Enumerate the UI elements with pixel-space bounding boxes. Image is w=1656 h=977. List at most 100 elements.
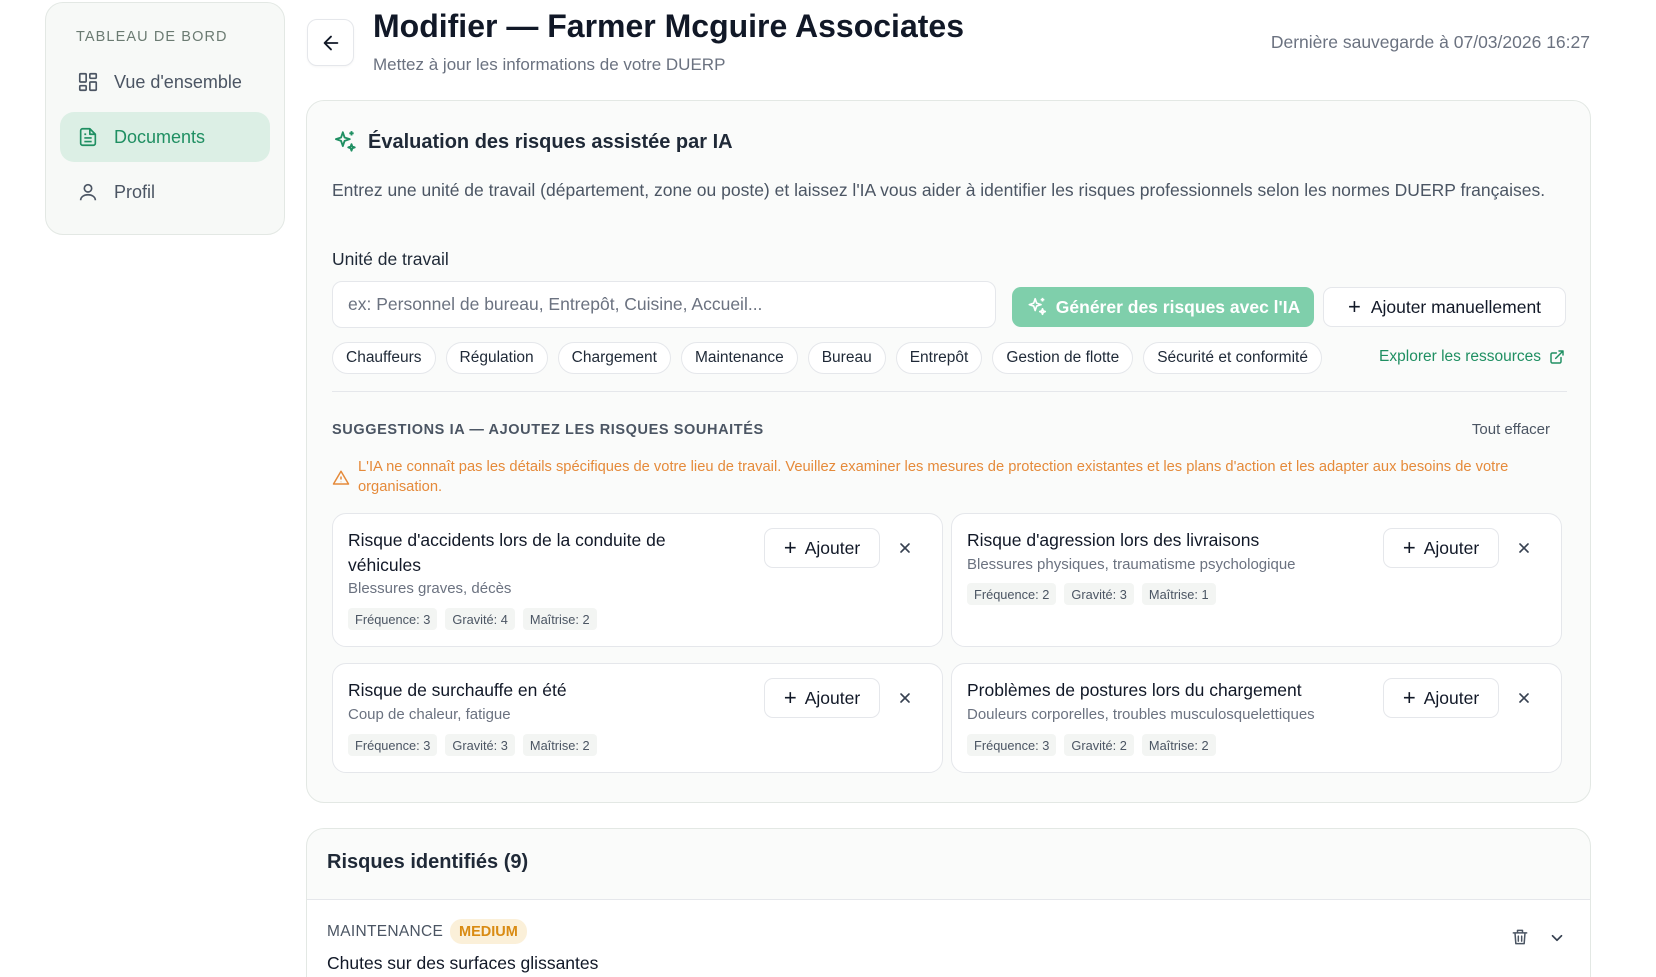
suggestion-title: Risque d'agression lors des livraisons: [967, 530, 1260, 550]
chip-regulation[interactable]: Régulation: [445, 342, 548, 374]
arrow-left-icon: [323, 35, 338, 50]
work-unit-label: Unité de travail: [332, 249, 449, 269]
add-suggestion-button[interactable]: + Ajouter: [1383, 678, 1499, 718]
suggestion-card: Problèmes de postures lors du chargement…: [951, 663, 1562, 773]
suggestion-subtitle: Blessures physiques, traumatisme psychol…: [967, 556, 1296, 573]
dismiss-suggestion-button[interactable]: [1512, 536, 1536, 560]
risk-category: MAINTENANCE: [327, 923, 444, 940]
back-button[interactable]: [307, 19, 354, 66]
suggestion-subtitle: Blessures graves, décès: [348, 580, 512, 597]
sidebar-item-label: Vue d'ensemble: [114, 71, 242, 92]
add-label: Ajouter: [804, 687, 861, 708]
risk-row[interactable]: MAINTENANCE MEDIUM Chutes sur des surfac…: [307, 900, 1590, 977]
risk-level-badge: MEDIUM: [450, 919, 527, 944]
add-suggestion-button[interactable]: + Ajouter: [1383, 528, 1499, 568]
chip-chargement[interactable]: Chargement: [557, 342, 671, 374]
frequency-tag: Fréquence: 2: [967, 583, 1057, 605]
sidebar-item-documents[interactable]: Documents: [60, 112, 270, 162]
work-unit-input[interactable]: [332, 281, 996, 328]
identified-risks-title: Risques identifiés (9): [327, 851, 529, 873]
frequency-tag: Fréquence: 3: [348, 734, 438, 756]
severity-tag: Gravité: 2: [1064, 734, 1134, 756]
close-icon: [1519, 693, 1529, 703]
explore-resources-label: Explorer les ressources: [1379, 348, 1541, 365]
suggestions-heading: SUGGESTIONS IA — AJOUTEZ LES RISQUES SOU…: [332, 422, 764, 438]
sparkles-icon: [1026, 296, 1048, 318]
identified-risks-card: Risques identifiés (9) MAINTENANCE MEDIU…: [306, 828, 1591, 977]
add-suggestion-button[interactable]: + Ajouter: [764, 528, 880, 568]
severity-tag: Gravité: 3: [1064, 583, 1134, 605]
suggestion-subtitle: Coup de chaleur, fatigue: [348, 706, 511, 723]
ai-card-title: Évaluation des risques assistée par IA: [368, 130, 733, 153]
close-icon: [900, 693, 910, 703]
sidebar-item-profile[interactable]: Profil: [60, 167, 270, 217]
severity-tag: Gravité: 3: [445, 734, 515, 756]
chip-bureau[interactable]: Bureau: [807, 342, 886, 374]
control-tag: Maîtrise: 2: [522, 734, 597, 756]
suggestion-subtitle: Douleurs corporelles, troubles musculosq…: [967, 706, 1315, 723]
clear-all-button[interactable]: Tout effacer: [1472, 421, 1550, 438]
expand-risk-button[interactable]: [1546, 927, 1568, 949]
plus-icon: +: [1347, 294, 1361, 319]
suggestion-title: Risque de surchauffe en été: [348, 680, 567, 700]
sidebar-item-label: Documents: [114, 126, 206, 147]
explore-resources-link[interactable]: Explorer les ressources: [1379, 348, 1565, 366]
control-tag: Maîtrise: 2: [522, 608, 597, 630]
page-title: Modifier — Farmer Mcguire Associates: [373, 8, 964, 44]
suggestion-card: Risque de surchauffe en été Coup de chal…: [332, 663, 943, 773]
control-tag: Maîtrise: 1: [1141, 583, 1216, 605]
user-icon: [76, 180, 100, 204]
add-manually-button[interactable]: + Ajouter manuellement: [1323, 287, 1566, 327]
sidebar-heading: TABLEAU DE BORD: [76, 29, 228, 45]
add-label: Ajouter: [804, 537, 861, 558]
suggestion-card: Risque d'accidents lors de la conduite d…: [332, 513, 943, 647]
ai-risk-assessment-card: Évaluation des risques assistée par IA E…: [306, 100, 1591, 803]
add-suggestion-button[interactable]: + Ajouter: [764, 678, 880, 718]
suggestion-title: Problèmes de postures lors du chargement: [967, 680, 1302, 700]
plus-icon: +: [1402, 535, 1416, 560]
dismiss-suggestion-button[interactable]: [893, 536, 917, 560]
ai-warning: L'IA ne connaît pas les détails spécifiq…: [332, 457, 1567, 497]
frequency-tag: Fréquence: 3: [348, 608, 438, 630]
plus-icon: +: [783, 535, 797, 560]
plus-icon: +: [783, 685, 797, 710]
sparkles-icon: [332, 129, 358, 155]
chip-securite-conformite[interactable]: Sécurité et conformité: [1143, 342, 1322, 374]
sidebar-item-overview[interactable]: Vue d'ensemble: [60, 57, 270, 107]
ai-warning-text: L'IA ne connaît pas les détails spécifiq…: [358, 459, 1509, 495]
chip-entrepot[interactable]: Entrepôt: [895, 342, 983, 374]
plus-icon: +: [1402, 685, 1416, 710]
risk-title: Chutes sur des surfaces glissantes: [327, 953, 599, 973]
frequency-tag: Fréquence: 3: [967, 734, 1057, 756]
ai-card-description: Entrez une unité de travail (département…: [332, 180, 1546, 200]
grid-icon: [76, 70, 100, 94]
external-link-icon: [1549, 349, 1565, 365]
delete-risk-button[interactable]: [1508, 925, 1532, 949]
chip-maintenance[interactable]: Maintenance: [680, 342, 798, 374]
control-tag: Maîtrise: 2: [1141, 734, 1216, 756]
close-icon: [900, 543, 910, 553]
work-unit-suggestions: Chauffeurs Régulation Chargement Mainten…: [332, 342, 1322, 374]
add-label: Ajouter: [1423, 537, 1480, 558]
close-icon: [1519, 543, 1529, 553]
suggestion-title: Risque d'accidents lors de la conduite d…: [348, 530, 666, 575]
last-save-status: Dernière sauvegarde à 07/03/2026 16:27: [1270, 32, 1590, 52]
chevron-down-icon: [1551, 934, 1563, 942]
add-label: Ajouter: [1423, 687, 1480, 708]
dismiss-suggestion-button[interactable]: [893, 686, 917, 710]
generate-risks-label: Générer des risques avec l'IA: [1055, 296, 1301, 317]
sidebar-item-label: Profil: [114, 181, 156, 202]
trash-icon: [1512, 929, 1528, 945]
chip-chauffeurs[interactable]: Chauffeurs: [332, 342, 436, 374]
page-subtitle: Mettez à jour les informations de votre …: [373, 55, 726, 74]
add-manually-label: Ajouter manuellement: [1370, 296, 1542, 317]
document-icon: [76, 125, 100, 149]
sidebar: TABLEAU DE BORD Vue d'ensemble Documents…: [45, 2, 285, 235]
warning-triangle-icon: [332, 469, 350, 487]
generate-risks-button[interactable]: Générer des risques avec l'IA: [1012, 287, 1314, 327]
suggestion-card: Risque d'agression lors des livraisons B…: [951, 513, 1562, 647]
divider: [332, 391, 1567, 392]
severity-tag: Gravité: 4: [445, 608, 515, 630]
chip-gestion-de-flotte[interactable]: Gestion de flotte: [992, 342, 1134, 374]
dismiss-suggestion-button[interactable]: [1512, 686, 1536, 710]
